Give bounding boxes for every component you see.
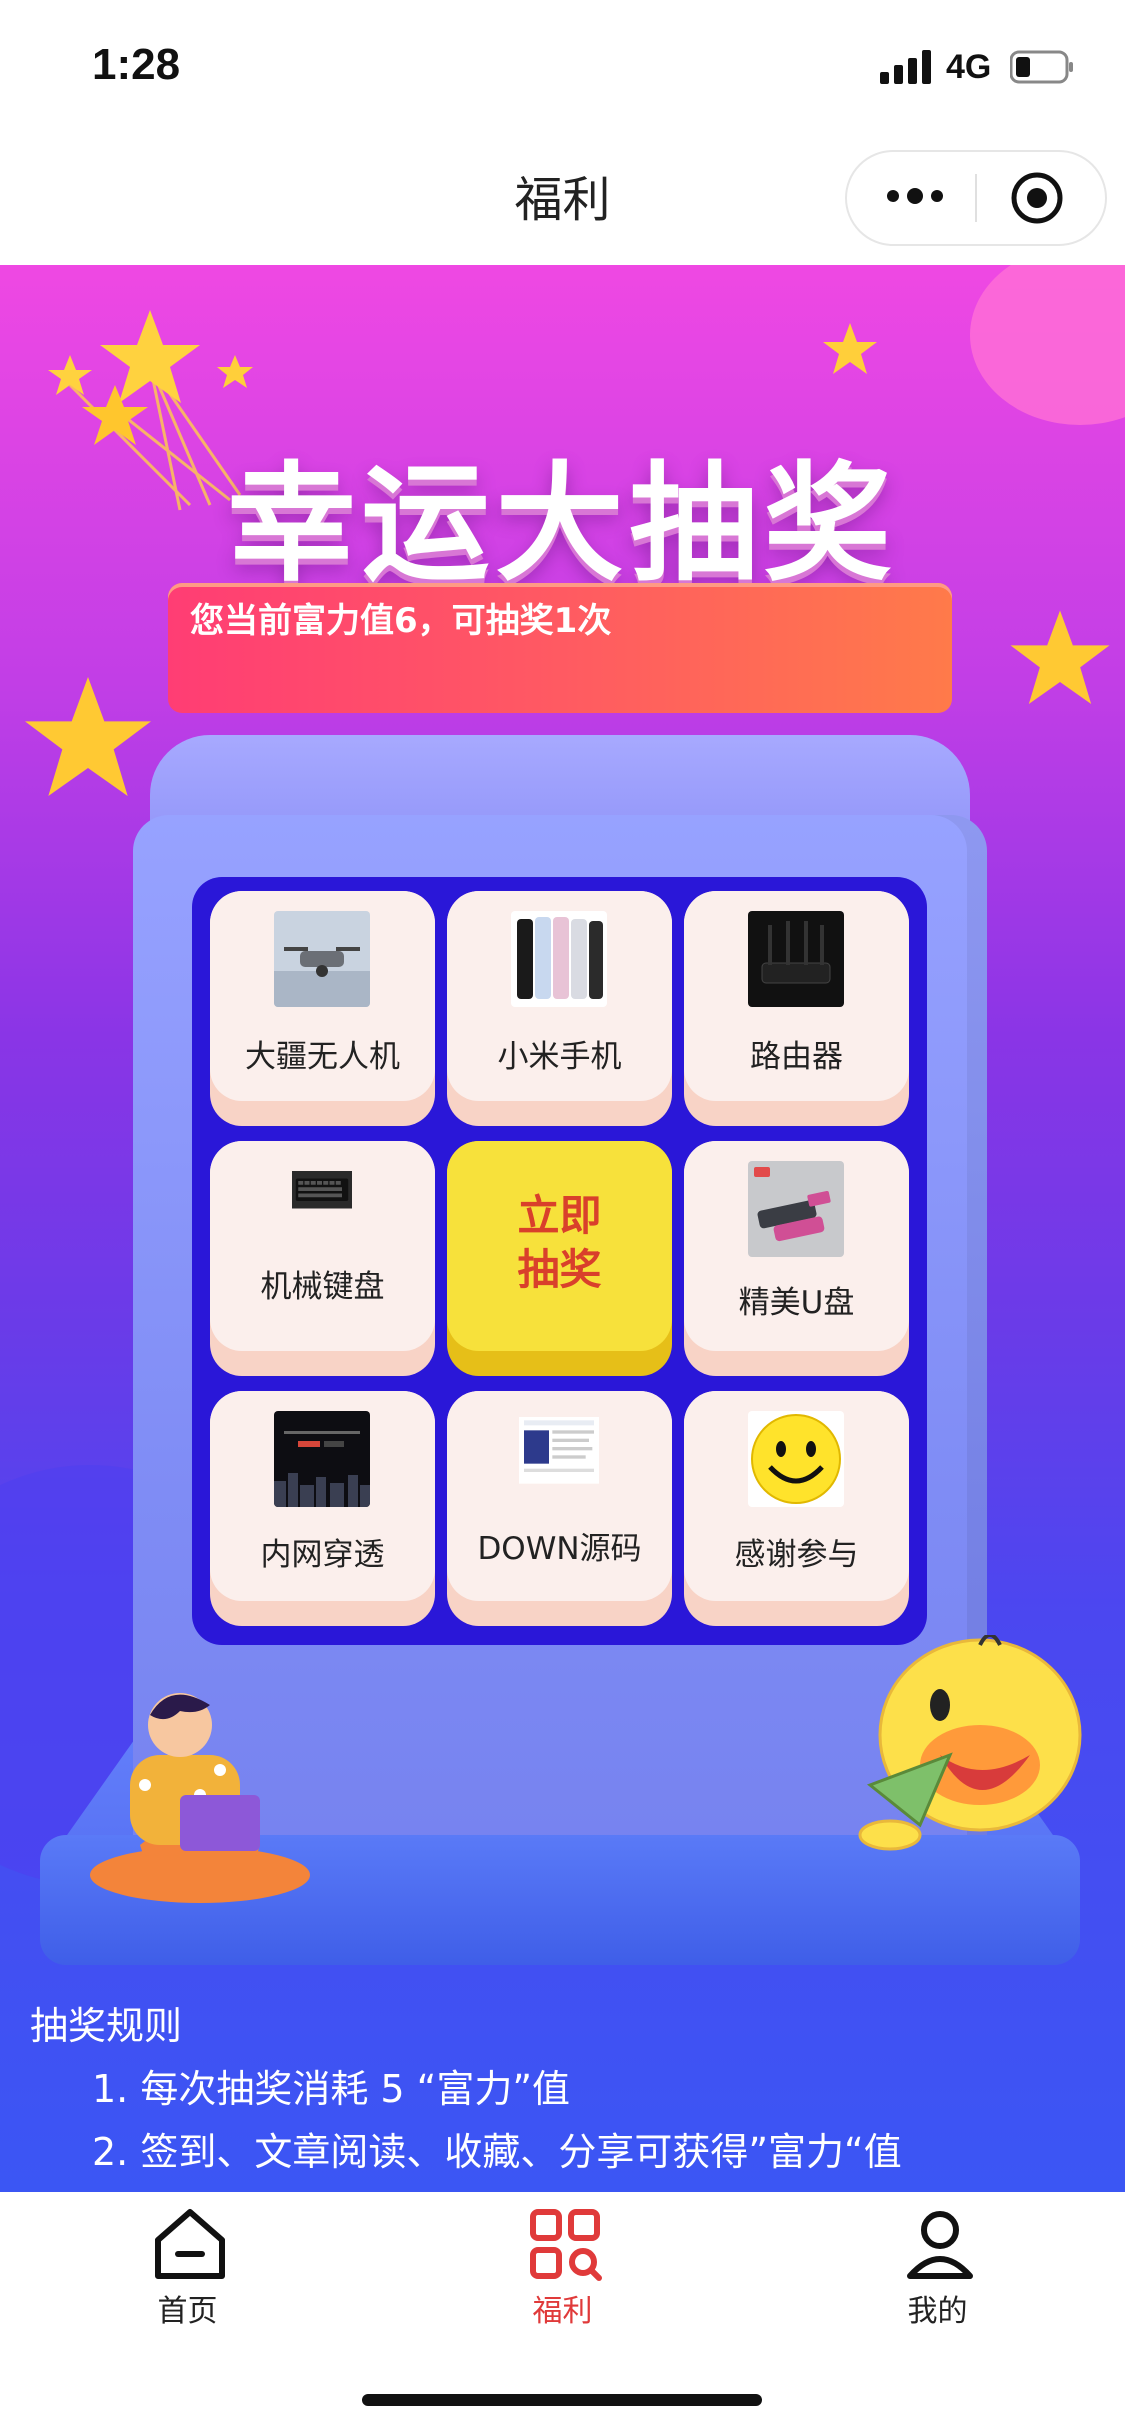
keyboard-image [292,1171,352,1209]
usb-drive-image [748,1161,844,1257]
tab-home[interactable]: 首页 [0,2192,375,2342]
lottery-page: 幸运大抽奖 您当前富力值6，可抽奖1次 大疆无人机 小米手机 路由器 机械键盘 … [0,265,1125,2192]
duck-mascot-illustration [858,1635,1082,1851]
smiley-icon [748,1411,844,1507]
prize-cell[interactable]: 感谢参与 [684,1391,909,1626]
drone-image [274,911,370,1007]
more-icon[interactable] [885,184,945,208]
prize-cell[interactable]: 机械键盘 [210,1141,435,1376]
prize-label: 小米手机 [497,1039,622,1075]
rule-item: 1. 每次抽奖消耗 5 “富力”值 [92,2067,571,2111]
draw-now-button[interactable]: 立即 抽奖 [447,1141,672,1376]
tab-welfare[interactable]: 福利 [375,2192,750,2342]
prize-grid: 大疆无人机 小米手机 路由器 机械键盘 立即 抽奖 精美U盘 内网穿透 DOWN… [192,877,927,1645]
tab-profile[interactable]: 我的 [750,2192,1125,2342]
draw-button-line1: 立即 [517,1191,602,1240]
mini-program-capsule[interactable] [845,150,1107,246]
decor-blob [970,265,1125,425]
tab-label-welfare: 福利 [532,2294,593,2329]
tab-label-profile: 我的 [907,2294,968,2329]
router-image [748,911,844,1007]
person-laptop-illustration [90,1693,310,1903]
prize-label: 内网穿透 [260,1537,385,1573]
prize-label: DOWN源码 [477,1531,642,1567]
network-type: 4G [946,48,992,86]
home-icon [155,2209,225,2279]
prize-cell[interactable]: 精美U盘 [684,1141,909,1376]
rule-item: 2. 签到、文章阅读、收藏、分享可获得”富力“值 [92,2130,902,2174]
points-banner: 您当前富力值6，可抽奖1次 [168,583,952,713]
intranet-image [274,1411,370,1507]
draw-button-face: 立即 抽奖 [447,1141,672,1351]
star-icon [1010,610,1110,704]
draw-button-line2: 抽奖 [517,1245,602,1294]
prize-label: 机械键盘 [260,1269,385,1305]
signal-icon [880,50,931,84]
prize-card: 机械键盘 [210,1141,435,1351]
tab-label-home: 首页 [157,2294,218,2329]
rules-title: 抽奖规则 [30,2004,183,2048]
status-time: 1:28 [92,40,181,89]
prize-card: 大疆无人机 [210,891,435,1101]
phone-image [511,911,607,1007]
source-code-image [519,1417,599,1484]
capsule-divider [975,174,977,222]
prize-label: 路由器 [750,1039,843,1075]
battery-icon [1010,50,1073,84]
prize-cell[interactable]: 大疆无人机 [210,891,435,1126]
draw-button-label: 立即 抽奖 [447,1189,672,1297]
lottery-headline: 幸运大抽奖 [227,450,898,599]
close-target-icon[interactable] [1009,170,1065,226]
prize-cell[interactable]: 路由器 [684,891,909,1126]
status-bar: 1:28 4G [0,0,1125,140]
prize-label: 感谢参与 [734,1537,859,1573]
prize-card: 精美U盘 [684,1141,909,1351]
prize-cell[interactable]: DOWN源码 [447,1391,672,1626]
prize-card: 内网穿透 [210,1391,435,1601]
prize-label: 大疆无人机 [245,1039,400,1075]
prize-label: 精美U盘 [738,1285,855,1321]
prize-card: DOWN源码 [447,1391,672,1601]
home-indicator [362,2394,762,2406]
prize-card: 路由器 [684,891,909,1101]
prize-card: 小米手机 [447,891,672,1101]
points-banner-text: 您当前富力值6，可抽奖1次 [190,601,612,641]
prize-card: 感谢参与 [684,1391,909,1601]
welfare-icon [530,2209,602,2281]
prize-cell[interactable]: 小米手机 [447,891,672,1126]
star-icon [823,323,877,374]
star-icon [25,677,151,796]
profile-icon [907,2211,973,2279]
prize-cell[interactable]: 内网穿透 [210,1391,435,1626]
